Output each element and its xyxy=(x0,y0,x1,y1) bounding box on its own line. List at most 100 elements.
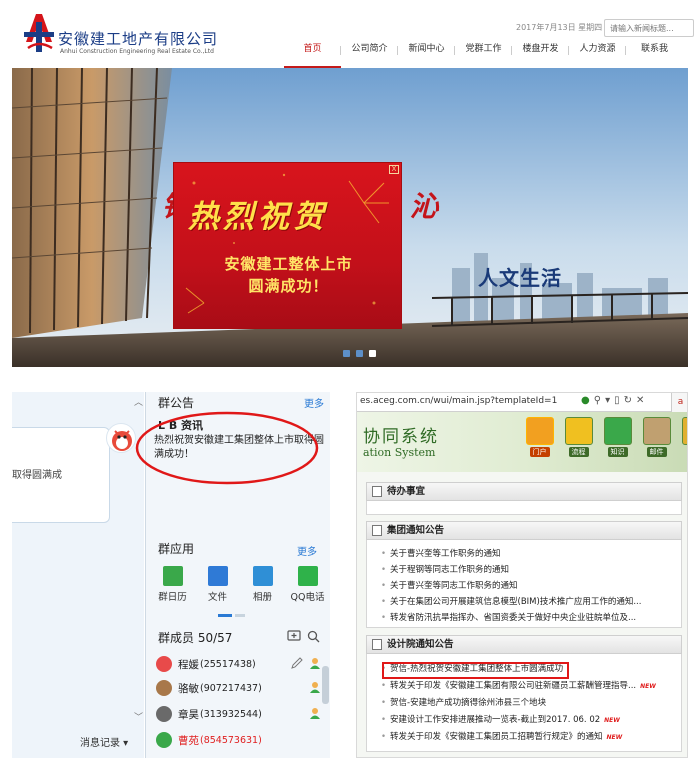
app-label: 文件 xyxy=(207,592,227,603)
expand-icon[interactable]: ﹀ xyxy=(134,710,143,723)
todo-panel xyxy=(366,501,682,515)
banner-dot[interactable] xyxy=(356,350,363,357)
member-id: (854573631) xyxy=(200,734,262,746)
message-record-button[interactable]: 消息记录 ▾ xyxy=(80,734,128,749)
photo-icon xyxy=(252,566,273,586)
member-id: (25517438) xyxy=(200,658,256,670)
banner-dot[interactable] xyxy=(343,350,350,357)
module-workflow[interactable]: 流程 xyxy=(559,417,598,457)
nav-label: 首页 xyxy=(303,44,322,54)
app-files[interactable]: 文件 xyxy=(195,566,240,603)
notice-text: 贺信-安建地产成功摘得徐州沛县三个地块 xyxy=(390,698,547,708)
notice-icon xyxy=(372,525,382,536)
refresh-icon[interactable]: ↻ xyxy=(624,395,632,406)
member-row[interactable]: 程媛 (25517438) xyxy=(156,653,326,675)
nav-label: 新闻中心 xyxy=(408,44,445,54)
member-role-icon xyxy=(310,658,320,669)
notice-item[interactable]: • 转发关于印发《安徽建工集团员工招聘暂行规定》的通知 NEW xyxy=(381,730,622,742)
popup-headline: 热烈祝贺 xyxy=(188,199,328,235)
popup-close-button[interactable]: X xyxy=(389,165,399,174)
tab-label: a xyxy=(677,397,684,407)
stop-icon[interactable]: ✕ xyxy=(636,395,644,406)
sender-avatar[interactable] xyxy=(106,423,136,453)
module-portal[interactable]: 门户 xyxy=(520,417,559,457)
nav-item-property[interactable]: 楼盘开发 xyxy=(512,40,569,68)
group-notice-panel-header[interactable]: 集团通知公告 xyxy=(366,521,682,540)
institute-notice-panel-header[interactable]: 设计院通知公告 xyxy=(366,635,682,654)
notice-icon xyxy=(372,639,382,650)
company-logo-icon[interactable] xyxy=(22,12,56,54)
notice-item[interactable]: • 贺信-安建地产成功摘得徐州沛县三个地块 xyxy=(381,696,546,708)
notice-text: 关于曹兴奎等工作职务的通知 xyxy=(390,549,501,559)
penguin-avatar-icon xyxy=(112,430,132,451)
module-mail[interactable]: 邮件 xyxy=(637,417,676,457)
search-icon[interactable]: ⚲ xyxy=(594,395,601,406)
add-member-icon[interactable] xyxy=(287,630,301,643)
phone-icon xyxy=(297,566,318,586)
member-name: 章昊 xyxy=(178,708,199,721)
group-apps-more-link[interactable]: 更多 xyxy=(297,543,317,558)
oa-system-window: es.aceg.com.cn/wui/main.jsp?templateId=1… xyxy=(356,392,688,758)
notice-item[interactable]: • 关于程钢等同志工作职务的通知 xyxy=(381,563,509,575)
notice-item[interactable]: • 关于在集团公司开展建筑信息模型(BIM)技术推广应用工作的通知... xyxy=(381,595,641,607)
group-apps-list: 群日历 文件 相册 QQ电话 xyxy=(150,566,330,603)
folder-icon xyxy=(207,566,228,586)
member-row[interactable]: 骆敏 (907217437) xyxy=(156,677,326,699)
member-avatar xyxy=(156,656,172,672)
nav-item-hr[interactable]: 人力资源 xyxy=(569,40,626,68)
new-badge: NEW xyxy=(604,717,620,724)
module-label: 知识 xyxy=(607,447,628,457)
current-date: 2017年7月13日 星期四 xyxy=(516,23,603,32)
banner-dot-active[interactable] xyxy=(369,350,376,357)
chart-icon xyxy=(564,417,593,445)
member-avatar xyxy=(156,706,172,722)
nav-item-home[interactable]: 首页 xyxy=(284,40,341,68)
notice-item[interactable]: • 安建设计工作安排进展推动一览表-截止到2017. 06. 02 NEW xyxy=(381,713,620,725)
module-label: 流程 xyxy=(568,447,589,457)
group-notice-more-link[interactable]: 更多 xyxy=(304,395,324,410)
nav-item-about[interactable]: 公司简介 xyxy=(341,40,398,68)
module-knowledge[interactable]: 知识 xyxy=(598,417,637,457)
app-album[interactable]: 相册 xyxy=(240,566,285,603)
panel-title: 集团通知公告 xyxy=(387,525,445,536)
app-calendar[interactable]: 群日历 xyxy=(150,566,195,603)
dropdown-icon[interactable]: ▾ xyxy=(605,395,610,406)
notice-item[interactable]: • 转发省防汛抗旱指挥办、省国资委关于做好中央企业驻皖单位及... xyxy=(381,611,636,623)
congratulation-popup[interactable]: X 热烈祝贺 安徽建工整体上市 圆满成功！ xyxy=(173,162,402,329)
oa-system-subtitle: ation System xyxy=(363,446,436,459)
banner-slogan: 人文生活 xyxy=(478,266,562,290)
module-settings[interactable]: 设 xyxy=(676,417,687,457)
chat-bubble-text: 取得圆满成 xyxy=(12,470,62,481)
search-member-icon[interactable] xyxy=(307,630,320,643)
notice-item[interactable]: • 关于曹兴奎等工作职务的通知 xyxy=(381,547,501,559)
pager-dot-active[interactable] xyxy=(218,614,232,617)
collapse-icon[interactable]: ︿ xyxy=(134,395,143,408)
nav-item-party[interactable]: 党群工作 xyxy=(455,40,512,68)
member-tools xyxy=(287,630,320,643)
compat-view-icon[interactable]: ● xyxy=(581,395,590,406)
member-name: 骆敏 xyxy=(178,682,199,695)
oa-header: 协同系统 ation System 门户 流程 知识 邮件 设 xyxy=(357,412,687,472)
edit-icon[interactable] xyxy=(290,656,304,670)
member-row[interactable]: 曹苑 (854573631) xyxy=(156,729,326,751)
todo-icon xyxy=(372,486,382,497)
nav-item-contact[interactable]: 联系我 xyxy=(626,40,683,68)
qq-group-window: 取得圆满成 ︿ ﹀ 消息记录 ▾ 群公告 更多 L B 资讯 热烈祝贺安徽建工集… xyxy=(12,392,330,758)
app-qq-phone[interactable]: QQ电话 xyxy=(285,566,330,603)
member-list-scrollbar[interactable] xyxy=(322,666,329,704)
news-search-input[interactable] xyxy=(604,19,694,37)
member-id: (313932544) xyxy=(200,708,262,720)
notice-text: 关于曹兴奎等同志工作职务的通知 xyxy=(390,581,518,591)
notice-item[interactable]: • 转发关于印发《安徽建工集团有限公司驻新疆员工薪酬管理指导... NEW xyxy=(381,679,656,691)
member-row[interactable]: 章昊 (313932544) xyxy=(156,703,326,725)
nav-item-news[interactable]: 新闻中心 xyxy=(398,40,455,68)
member-name: 曹苑 xyxy=(178,734,199,747)
red-ellipse-annotation xyxy=(135,411,319,485)
pager-dot[interactable] xyxy=(235,614,245,617)
notice-item[interactable]: • 关于曹兴奎等同志工作职务的通知 xyxy=(381,579,518,591)
popup-message-line2: 圆满成功！ xyxy=(248,277,329,295)
todo-panel-header[interactable]: 待办事宜 xyxy=(366,482,682,501)
address-url[interactable]: es.aceg.com.cn/wui/main.jsp?templateId=1 xyxy=(360,396,557,406)
browser-tab[interactable]: a xyxy=(671,393,687,412)
settings-icon xyxy=(681,417,687,445)
